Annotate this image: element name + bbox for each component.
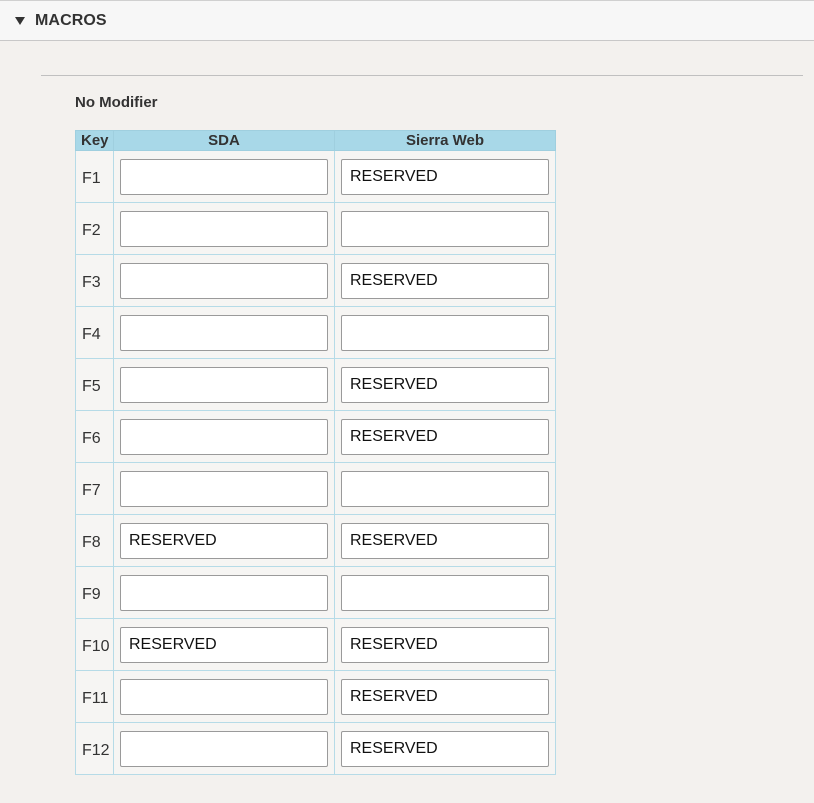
sierra-web-input-f5[interactable] [341,366,549,403]
table-row: F9 [75,566,556,619]
table-row: F12 [75,722,556,775]
macros-section-toggle[interactable]: MACROS [0,0,814,41]
section-divider [41,75,803,76]
sierra-web-input-f12[interactable] [341,730,549,767]
macros-table-body: F1 F2 F3 F4 F5 F6 F7 [75,150,556,775]
key-label: F9 [75,566,114,619]
key-label: F3 [75,254,114,307]
sda-input-f4[interactable] [120,314,328,351]
table-row: F7 [75,462,556,515]
sierra-web-input-f2[interactable] [341,210,549,247]
sierra-web-input-f3[interactable] [341,262,549,299]
table-row: F2 [75,202,556,255]
sierra-web-input-f1[interactable] [341,158,549,195]
sierra-web-input-f6[interactable] [341,418,549,455]
header-sda: SDA [113,130,335,151]
key-label: F4 [75,306,114,359]
key-label: F8 [75,514,114,567]
key-label: F1 [75,150,114,203]
table-row: F3 [75,254,556,307]
sda-input-f10[interactable] [120,626,328,663]
sda-input-f11[interactable] [120,678,328,715]
key-label: F5 [75,358,114,411]
header-sierra-web: Sierra Web [334,130,556,151]
triangle-down-icon [15,17,25,25]
table-row: F1 [75,150,556,203]
section-title: MACROS [35,11,107,29]
sda-input-f6[interactable] [120,418,328,455]
key-label: F7 [75,462,114,515]
sierra-web-input-f8[interactable] [341,522,549,559]
sda-input-f12[interactable] [120,730,328,767]
sda-input-f2[interactable] [120,210,328,247]
table-row: F4 [75,306,556,359]
sda-input-f5[interactable] [120,366,328,403]
key-label: F10 [75,618,114,671]
sda-input-f8[interactable] [120,522,328,559]
table-row: F10 [75,618,556,671]
table-row: F11 [75,670,556,723]
macros-table: Key SDA Sierra Web F1 F2 F3 F4 F5 [75,130,556,775]
table-header-row: Key SDA Sierra Web [75,130,556,151]
group-title: No Modifier [75,94,158,111]
sierra-web-input-f7[interactable] [341,470,549,507]
key-label: F6 [75,410,114,463]
sierra-web-input-f10[interactable] [341,626,549,663]
table-row: F5 [75,358,556,411]
sda-input-f7[interactable] [120,470,328,507]
sierra-web-input-f4[interactable] [341,314,549,351]
key-label: F12 [75,722,114,775]
sda-input-f3[interactable] [120,262,328,299]
sierra-web-input-f9[interactable] [341,574,549,611]
table-row: F6 [75,410,556,463]
sda-input-f1[interactable] [120,158,328,195]
header-key: Key [75,130,114,151]
key-label: F2 [75,202,114,255]
table-row: F8 [75,514,556,567]
sierra-web-input-f11[interactable] [341,678,549,715]
sda-input-f9[interactable] [120,574,328,611]
key-label: F11 [75,670,114,723]
